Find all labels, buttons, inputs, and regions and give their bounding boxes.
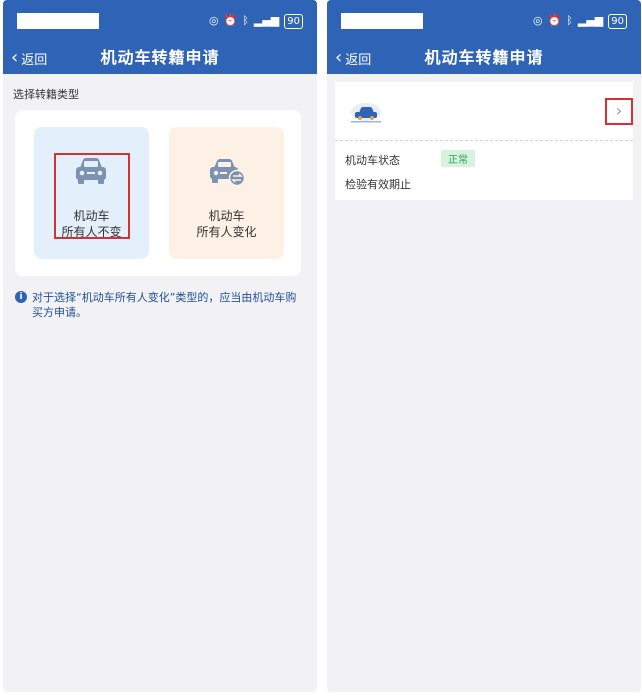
vehicle-card[interactable]: › 机动车状态 正常 检验有效期止 bbox=[335, 82, 633, 200]
nfc-icon: ◎ bbox=[208, 14, 219, 27]
screen-right: ◎ ⏰ ᛒ ▂▄▆ 90 ‹ 返回 机动车转籍申请 › 机动车状态 正常 检验有… bbox=[327, 0, 641, 692]
option-owner-changed[interactable]: 机动车 所有人变化 bbox=[169, 127, 284, 259]
signal-icon: ▂▄▆ bbox=[577, 14, 604, 27]
inspection-expiry-label: 检验有效期止 bbox=[345, 178, 411, 191]
alarm-icon: ⏰ bbox=[547, 14, 562, 27]
battery-icon: 90 bbox=[608, 13, 627, 29]
status-icons: ◎ ⏰ ᛒ ▂▄▆ 90 bbox=[209, 12, 303, 30]
info-icon: i bbox=[15, 291, 27, 303]
page-title: 机动车转籍申请 bbox=[424, 48, 544, 67]
redacted-status-area bbox=[17, 13, 99, 29]
vehicle-status-label: 机动车状态 bbox=[345, 154, 400, 167]
notice-text: 对于选择“机动车所有人变化”类型的，应当由机动车购买方申请。 bbox=[32, 291, 297, 319]
divider bbox=[335, 140, 633, 141]
status-bar: ◎ ⏰ ᛒ ▂▄▆ 90 bbox=[3, 0, 317, 42]
redacted-status-area bbox=[341, 13, 423, 29]
status-bar: ◎ ⏰ ᛒ ▂▄▆ 90 bbox=[327, 0, 641, 42]
selection-highlight bbox=[54, 153, 130, 239]
nav-bar: ‹ 返回 机动车转籍申请 bbox=[327, 42, 641, 74]
car-transfer-icon bbox=[210, 159, 246, 187]
nfc-icon: ◎ bbox=[532, 14, 543, 27]
battery-icon: 90 bbox=[284, 13, 303, 29]
option-label-line2: 所有人变化 bbox=[196, 225, 257, 239]
alarm-icon: ⏰ bbox=[223, 14, 238, 27]
option-label-line1: 机动车 bbox=[208, 209, 245, 223]
car-icon bbox=[351, 103, 381, 123]
nav-bar: ‹ 返回 机动车转籍申请 bbox=[3, 42, 317, 74]
screen-left: ◎ ⏰ ᛒ ▂▄▆ 90 ‹ 返回 机动车转籍申请 选择转籍类型 机动车 所有人… bbox=[3, 0, 317, 692]
bluetooth-icon: ᛒ bbox=[566, 14, 573, 27]
bluetooth-icon: ᛒ bbox=[242, 14, 249, 27]
notice: i 对于选择“机动车所有人变化”类型的，应当由机动车购买方申请。 bbox=[15, 290, 305, 320]
signal-icon: ▂▄▆ bbox=[253, 14, 280, 27]
expand-arrow-button[interactable]: › bbox=[605, 98, 633, 125]
status-icons: ◎ ⏰ ᛒ ▂▄▆ 90 bbox=[533, 12, 627, 30]
section-label: 选择转籍类型 bbox=[13, 88, 79, 101]
page-title: 机动车转籍申请 bbox=[100, 48, 220, 67]
chevron-right-icon: › bbox=[615, 101, 623, 120]
status-badge: 正常 bbox=[441, 150, 475, 167]
